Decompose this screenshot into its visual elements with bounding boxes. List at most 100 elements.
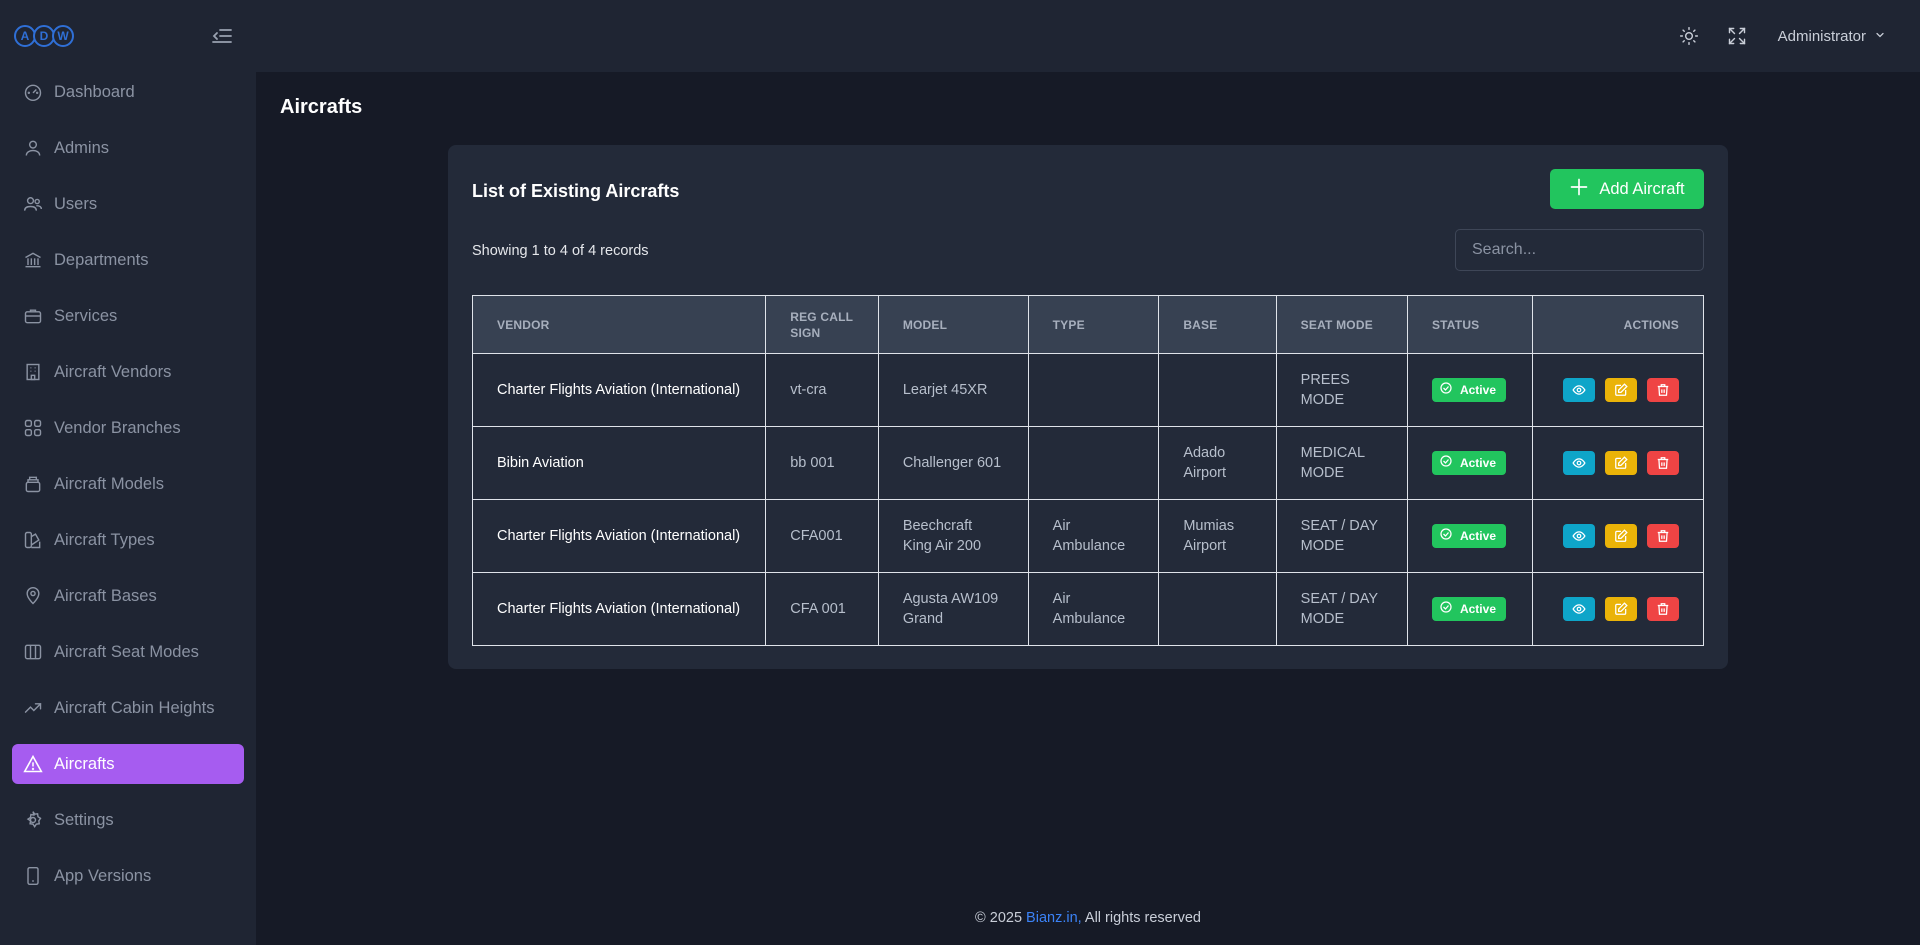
edit-button[interactable] (1604, 377, 1637, 402)
users-icon (22, 193, 44, 215)
columns-icon (22, 641, 44, 663)
page-title: Aircrafts (280, 96, 363, 118)
edit-button[interactable] (1604, 596, 1637, 621)
view-button[interactable] (1562, 450, 1595, 475)
user-menu[interactable]: Administrator (1778, 28, 1886, 45)
table-row: Bibin Aviation bb 001 Challenger 601 Ada… (471, 426, 1705, 500)
column-header-status[interactable]: STATUS (1406, 295, 1533, 354)
sidebar-item-label: Dashboard (54, 82, 135, 101)
sidebar-item-aircraft-models[interactable]: Aircraft Models (12, 464, 244, 504)
cell-seat-mode: SEAT / DAY MODE (1275, 572, 1408, 646)
delete-button[interactable] (1647, 377, 1679, 402)
edit-icon (1615, 382, 1628, 396)
view-button[interactable] (1562, 596, 1595, 621)
trash-icon (1657, 529, 1669, 542)
footer-rights: All rights reserved (1081, 910, 1201, 926)
card-title: List of Existing Aircrafts (472, 181, 680, 201)
cell-base: Adado Airport (1158, 426, 1277, 500)
column-header-actions: ACTIONS (1531, 295, 1705, 354)
cell-model: Agusta AW109 Grand (877, 572, 1029, 646)
logo[interactable]: A D W (14, 25, 74, 47)
column-header-base[interactable]: BASE (1158, 295, 1277, 354)
sidebar-item-aircrafts[interactable]: Aircrafts (12, 744, 244, 784)
status-badge: Active (1431, 378, 1506, 402)
map-pin-icon (22, 585, 44, 607)
footer-link[interactable]: Bianz.in, (1026, 910, 1082, 926)
column-header-seat-mode[interactable]: SEAT MODE (1275, 295, 1408, 354)
sidebar-item-admins[interactable]: Admins (12, 128, 244, 168)
column-header-vendor[interactable]: VENDOR (471, 295, 767, 354)
sidebar-item-aircraft-seat-modes[interactable]: Aircraft Seat Modes (12, 632, 244, 672)
sidebar-item-label: App Versions (54, 866, 152, 885)
sidebar-item-aircraft-bases[interactable]: Aircraft Bases (12, 576, 244, 616)
view-button[interactable] (1562, 377, 1595, 402)
fullscreen-icon[interactable] (1724, 23, 1750, 49)
sidebar-nav: Dashboard Admins Users Departments Servi… (0, 72, 256, 896)
search-input[interactable] (1455, 229, 1704, 271)
cell-seat-mode: MEDICAL MODE (1275, 426, 1408, 500)
sidebar-item-departments[interactable]: Departments (12, 240, 244, 280)
cell-vendor: Bibin Aviation (471, 426, 767, 500)
sidebar-item-label: Aircraft Cabin Heights (54, 698, 215, 717)
check-circle-icon (1440, 526, 1460, 546)
cell-actions (1531, 572, 1705, 646)
collapse-sidebar-icon[interactable] (208, 22, 236, 50)
cell-base: Mumias Airport (1158, 499, 1277, 573)
trending-up-icon (22, 697, 44, 719)
cell-vendor: Charter Flights Aviation (International) (471, 353, 767, 427)
cell-status: Active (1406, 499, 1533, 573)
edit-icon (1615, 455, 1628, 469)
sidebar-item-aircraft-types[interactable]: Aircraft Types (12, 520, 244, 560)
aircrafts-table: VENDOR REG CALL SIGN MODEL TYPE BASE SEA… (471, 295, 1705, 646)
edit-button[interactable] (1604, 450, 1637, 475)
column-header-reg-call-sign[interactable]: REG CALL SIGN (765, 295, 879, 354)
delete-button[interactable] (1647, 450, 1679, 475)
check-circle-icon (1440, 453, 1460, 473)
status-label: Active (1459, 383, 1496, 397)
delete-button[interactable] (1647, 523, 1679, 548)
sidebar-item-services[interactable]: Services (12, 296, 244, 336)
swatch-icon (22, 529, 44, 551)
check-circle-icon (1440, 599, 1460, 619)
add-aircraft-button[interactable]: Add Aircraft (1550, 169, 1704, 209)
cell-actions (1531, 426, 1705, 500)
cell-model: Beechcraft King Air 200 (877, 499, 1029, 573)
edit-icon (1615, 601, 1628, 615)
cell-type (1027, 353, 1160, 427)
eye-icon (1572, 603, 1586, 614)
eye-icon (1572, 384, 1586, 395)
dashboard-icon (22, 81, 44, 103)
status-badge: Active (1431, 524, 1506, 548)
sidebar-item-label: Users (54, 194, 98, 213)
edit-button[interactable] (1604, 523, 1637, 548)
cell-type (1027, 426, 1160, 500)
user-icon (22, 137, 44, 159)
smartphone-icon (22, 865, 44, 887)
sidebar-item-settings[interactable]: Settings (12, 800, 244, 840)
building-columns-icon (22, 249, 44, 271)
cell-status: Active (1406, 353, 1533, 427)
delete-button[interactable] (1647, 596, 1679, 621)
sidebar-item-aircraft-cabin-heights[interactable]: Aircraft Cabin Heights (12, 688, 244, 728)
sidebar-item-label: Aircraft Types (54, 530, 155, 549)
table-header-row: VENDOR REG CALL SIGN MODEL TYPE BASE SEA… (471, 295, 1705, 354)
column-header-model[interactable]: MODEL (877, 295, 1029, 354)
sidebar-item-aircraft-vendors[interactable]: Aircraft Vendors (12, 352, 244, 392)
view-button[interactable] (1562, 523, 1595, 548)
cell-model: Learjet 45XR (877, 353, 1029, 427)
cell-model: Challenger 601 (877, 426, 1029, 500)
chevron-down-icon (1866, 28, 1886, 45)
table-row: Charter Flights Aviation (International)… (471, 572, 1705, 646)
eye-icon (1572, 530, 1586, 541)
sidebar-item-app-versions[interactable]: App Versions (12, 856, 244, 896)
sidebar-item-vendor-branches[interactable]: Vendor Branches (12, 408, 244, 448)
sidebar-item-users[interactable]: Users (12, 184, 244, 224)
sidebar-item-label: Services (54, 306, 118, 325)
footer-copyright: © 2025 (975, 910, 1027, 926)
column-header-type[interactable]: TYPE (1027, 295, 1160, 354)
table-row: Charter Flights Aviation (International)… (471, 353, 1705, 427)
sidebar-item-label: Aircraft Vendors (54, 362, 172, 381)
sidebar-item-dashboard[interactable]: Dashboard (12, 72, 244, 112)
sun-icon[interactable] (1676, 23, 1702, 49)
status-badge: Active (1431, 597, 1506, 621)
